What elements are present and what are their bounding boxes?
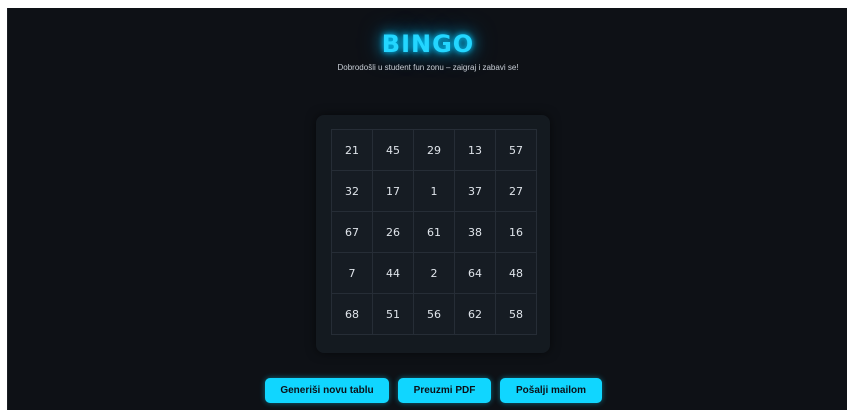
bingo-cell[interactable]: 64 [455,253,496,294]
bingo-cell[interactable]: 2 [414,253,455,294]
bingo-cell[interactable]: 56 [414,294,455,335]
bingo-cell[interactable]: 37 [455,171,496,212]
bingo-cell[interactable]: 68 [332,294,373,335]
generate-board-button[interactable]: Generiši novu tablu [265,378,389,403]
bingo-cell[interactable]: 17 [373,171,414,212]
bingo-card: 21 45 29 13 57 32 17 1 37 27 67 26 61 38… [316,115,550,353]
bingo-cell[interactable]: 29 [414,130,455,171]
page-title: BINGO [381,30,475,58]
download-pdf-button[interactable]: Preuzmi PDF [398,378,491,403]
bingo-cell[interactable]: 16 [496,212,537,253]
bingo-cell[interactable]: 57 [496,130,537,171]
bingo-cell[interactable]: 38 [455,212,496,253]
bingo-cell[interactable]: 61 [414,212,455,253]
bingo-cell[interactable]: 27 [496,171,537,212]
bingo-cell[interactable]: 48 [496,253,537,294]
bingo-cell[interactable]: 32 [332,171,373,212]
action-bar: Generiši novu tablu Preuzmi PDF Pošalji … [8,378,847,403]
bingo-cell[interactable]: 26 [373,212,414,253]
bingo-cell[interactable]: 1 [414,171,455,212]
app-frame: BINGO Dobrodošli u student fun zonu – za… [7,8,847,410]
bingo-cell[interactable]: 13 [455,130,496,171]
bingo-cell[interactable]: 62 [455,294,496,335]
bingo-cell[interactable]: 45 [373,130,414,171]
bingo-cell[interactable]: 58 [496,294,537,335]
send-mail-button[interactable]: Pošalji mailom [500,378,602,403]
bingo-cell[interactable]: 44 [373,253,414,294]
page-subtitle: Dobrodošli u student fun zonu – zaigraj … [337,63,519,72]
bingo-cell[interactable]: 21 [332,130,373,171]
bingo-grid: 21 45 29 13 57 32 17 1 37 27 67 26 61 38… [331,129,537,335]
bingo-cell[interactable]: 67 [332,212,373,253]
bingo-cell[interactable]: 7 [332,253,373,294]
bingo-cell[interactable]: 51 [373,294,414,335]
